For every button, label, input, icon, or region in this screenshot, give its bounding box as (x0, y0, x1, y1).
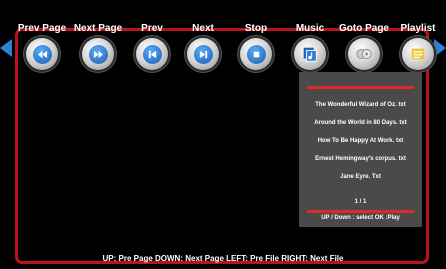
stop-icon[interactable] (240, 38, 272, 70)
file-item[interactable]: The Wonderful Wizard of Oz. txt (299, 96, 422, 114)
prev-page-button[interactable]: Prev Page (10, 0, 74, 70)
prev-page-label: Prev Page (17, 23, 67, 34)
page-indicator: 1 / 1 (354, 199, 367, 205)
file-item[interactable]: Ernest Hemingway's corpus. txt (299, 150, 422, 168)
file-item[interactable]: How To Be Happy At Work. txt (299, 132, 422, 150)
skip-previous-icon[interactable] (136, 38, 168, 70)
playlist-icon[interactable] (402, 38, 434, 70)
playlist-label: Playlist (400, 23, 436, 34)
skip-next-icon[interactable] (187, 38, 219, 70)
goto-page-icon[interactable] (348, 38, 380, 70)
file-item[interactable]: Around the World in 80 Days. txt (299, 114, 422, 132)
playlist-button[interactable]: Playlist (386, 0, 446, 70)
panel-top-divider (307, 86, 414, 89)
music-icon[interactable] (294, 38, 326, 70)
help-line: UP: Pre Page DOWN: Next Page LEFT: Pre F… (102, 254, 344, 263)
fast-rewind-icon[interactable] (26, 38, 58, 70)
file-list: The Wonderful Wizard of Oz. txt Around t… (299, 96, 422, 186)
toolbar: Prev Page Next Page Prev Next Stop Music (0, 0, 446, 70)
fast-forward-icon[interactable] (82, 38, 114, 70)
file-list-panel: The Wonderful Wizard of Oz. txt Around t… (299, 72, 422, 227)
panel-bottom-divider (307, 210, 414, 213)
file-item[interactable]: Jane Eyre. Txt (299, 168, 422, 186)
panel-hint: UP / Down : select OK :Play (321, 215, 400, 221)
